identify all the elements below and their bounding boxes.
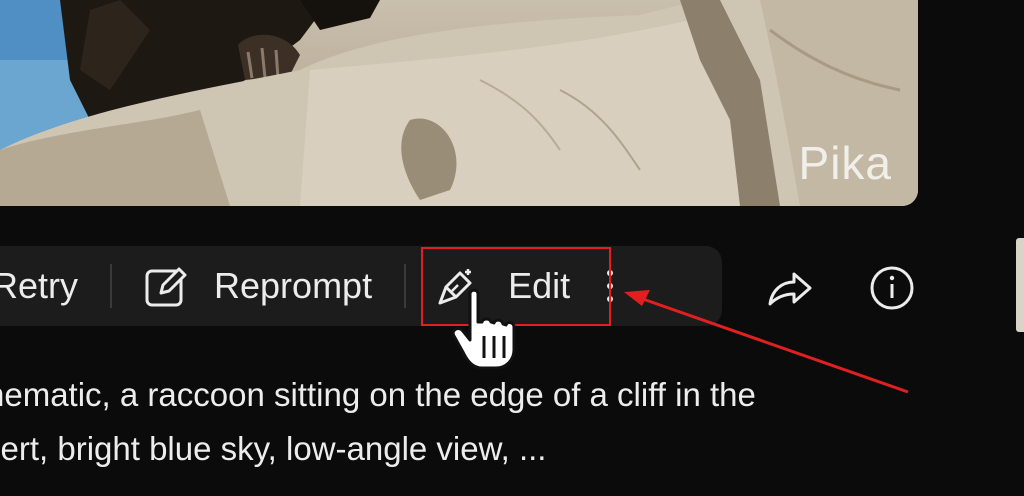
hand-pointer-icon bbox=[451, 288, 516, 370]
prompt-line-1: nematic, a raccoon sitting on the edge o… bbox=[0, 376, 756, 413]
prompt-text: nematic, a raccoon sitting on the edge o… bbox=[0, 368, 900, 476]
prompt-line-2: sert, bright blue sky, low-angle view, .… bbox=[0, 430, 547, 467]
